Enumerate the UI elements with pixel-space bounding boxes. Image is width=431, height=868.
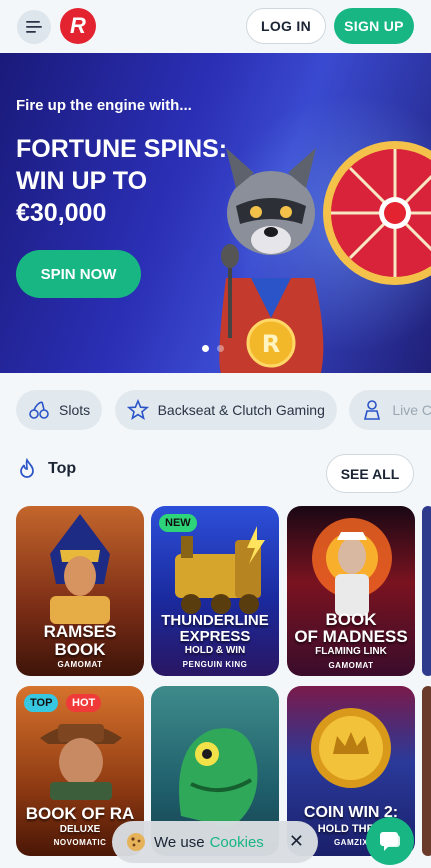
gold-coin-illustration: [311, 708, 391, 788]
chat-bubble-icon: [380, 832, 400, 851]
cookie-link[interactable]: Cookies: [210, 834, 264, 851]
section-title: Top: [16, 458, 76, 480]
game-provider: GAMOMAT: [57, 660, 103, 669]
game-tile-ramses-book[interactable]: RAMSES BOOK GAMOMAT: [16, 506, 144, 676]
cherries-icon: [29, 401, 49, 419]
svg-text:R: R: [262, 330, 280, 358]
category-chip-live-casino[interactable]: Live Ca: [349, 390, 431, 430]
login-button[interactable]: LOG IN: [246, 8, 326, 44]
section-title-text: Top: [48, 460, 77, 477]
nurse-fire-illustration: [312, 518, 392, 616]
game-title: THUNDERLINE: [161, 612, 269, 629]
game-subtitle: FLAMING LINK: [315, 646, 387, 657]
cookie-text: We use: [154, 833, 205, 851]
carousel-dots: [202, 345, 224, 352]
top-header: R LOG IN SIGN UP: [0, 0, 431, 53]
badge-new: NEW: [159, 514, 197, 532]
spin-now-button[interactable]: SPIN NOW: [16, 250, 141, 298]
game-title: RAMSES: [43, 622, 117, 641]
game-tile-thunderline-express[interactable]: NEW THUNDERLINE EXPRESS HOLD & WIN PENGU…: [151, 506, 279, 676]
cookie-icon: [127, 833, 145, 851]
hamburger-icon: [26, 21, 42, 33]
category-chip-slots[interactable]: Slots: [16, 390, 103, 430]
game-title: EXPRESS: [179, 628, 251, 645]
game-tile-partial[interactable]: [422, 686, 431, 856]
game-tile-partial[interactable]: [422, 506, 431, 676]
signup-button[interactable]: SIGN UP: [334, 8, 414, 44]
game-provider: GAMOMAT: [328, 661, 374, 670]
cookie-banner: We use Cookies ✕: [112, 821, 318, 863]
brand-logo[interactable]: R: [60, 8, 96, 44]
hero-title-line: €30,000: [16, 199, 107, 227]
category-chips: Slots Backseat & Clutch Gaming Live Ca: [16, 390, 431, 430]
hero-title-line: FORTUNE SPINS:: [16, 135, 228, 163]
game-title: BOOK OF RA: [25, 804, 135, 823]
game-title: BOOK: [54, 640, 106, 659]
close-icon[interactable]: ✕: [289, 832, 304, 850]
dealer-icon: [364, 400, 381, 420]
game-tile-book-of-madness[interactable]: BOOK OF MADNESS FLAMING LINK GAMOMAT: [287, 506, 415, 676]
chameleon-illustration: [179, 728, 258, 828]
chat-button[interactable]: [366, 817, 414, 865]
see-all-button[interactable]: SEE ALL: [326, 454, 414, 493]
game-title: OF MADNESS: [294, 627, 408, 646]
category-chip-label: Backseat & Clutch Gaming: [157, 402, 325, 418]
star-icon: [126, 399, 149, 420]
hero-title: FORTUNE SPINS: WIN UP TO €30,000: [16, 133, 256, 229]
pharaoh-illustration: [50, 514, 110, 624]
hero-title-line: WIN UP TO: [16, 167, 148, 195]
explorer-illustration: [40, 724, 122, 800]
carousel-dot-active[interactable]: [202, 345, 209, 352]
menu-button[interactable]: [17, 10, 51, 44]
carousel-dot[interactable]: [217, 345, 224, 352]
game-provider: PENGUIN KING: [182, 660, 248, 669]
category-chip-label: Live Ca: [392, 402, 431, 418]
train-illustration: [175, 526, 265, 614]
flame-icon: [20, 458, 34, 478]
category-chip-label: Slots: [59, 402, 91, 418]
hero-banner[interactable]: R Fire up the engine with... FORTUNE SPI…: [0, 53, 431, 373]
game-subtitle: HOLD & WIN: [184, 645, 246, 656]
hero-subtitle: Fire up the engine with...: [16, 97, 192, 114]
badge-top: TOP: [24, 694, 59, 712]
category-chip-backseat-clutch[interactable]: Backseat & Clutch Gaming: [114, 390, 337, 430]
badge-hot: HOT: [66, 694, 102, 712]
